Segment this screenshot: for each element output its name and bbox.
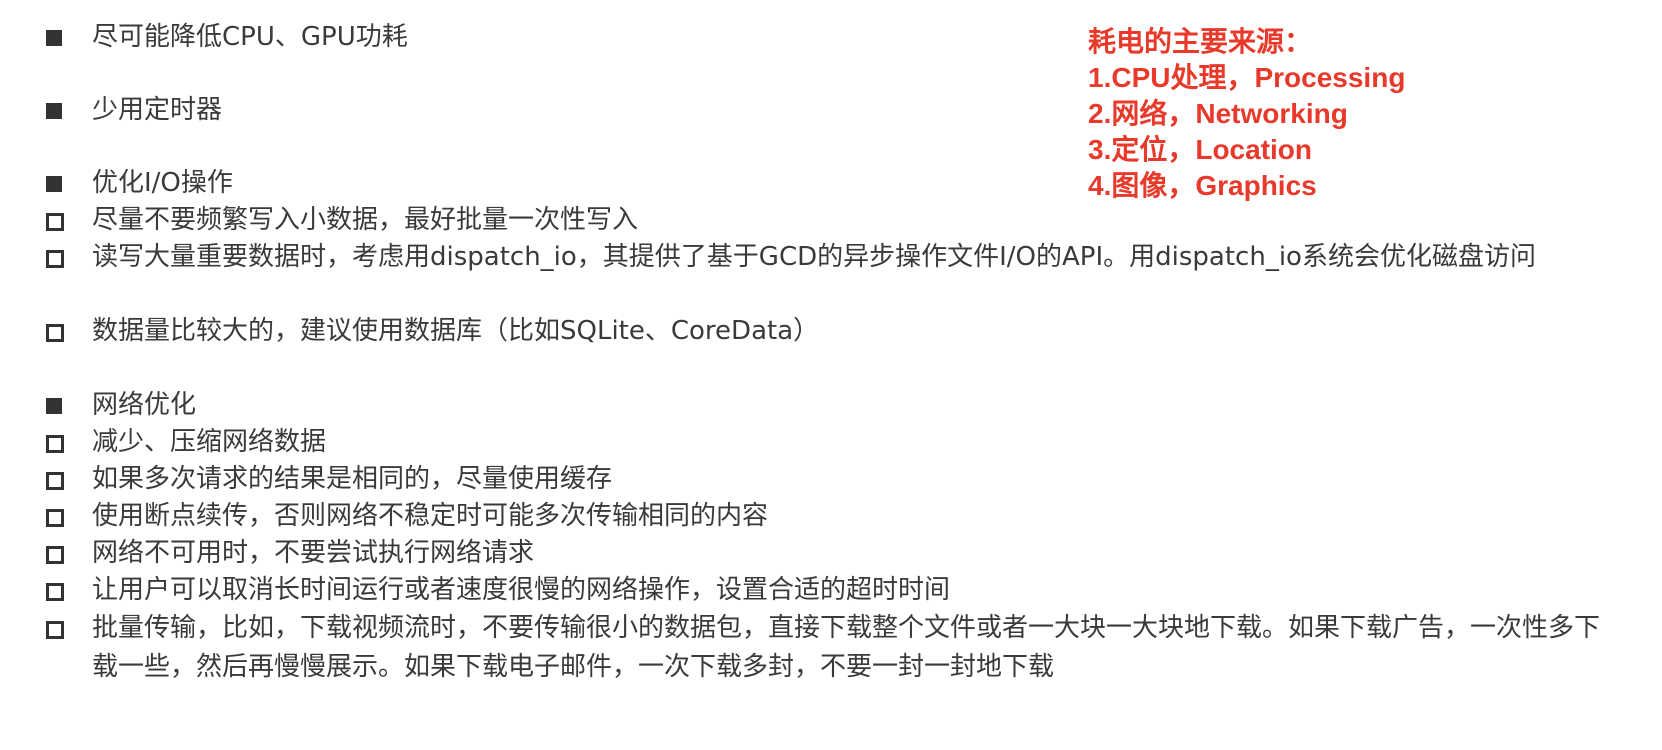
sub-item-text: 使用断点续传，否则网络不稳定时可能多次传输相同的内容 bbox=[92, 501, 769, 531]
hollow-square-bullet-icon bbox=[46, 250, 64, 268]
filled-square-bullet-icon bbox=[46, 30, 62, 46]
sub-item-text: 读写大量重要数据时，考虑用dispatch_io，其提供了基于GCD的异步操作文… bbox=[92, 242, 1536, 272]
note-heading: 耗电的主要来源： bbox=[1088, 26, 1313, 57]
power-sources-note: 耗电的主要来源： 1.CPU处理，Processing 2.网络，Network… bbox=[1088, 24, 1405, 204]
note-line-location: 3.定位，Location bbox=[1088, 134, 1313, 165]
filled-square-bullet-icon bbox=[46, 176, 62, 192]
sub-item-text: 让用户可以取消长时间运行或者速度很慢的网络操作，设置合适的超时时间 bbox=[92, 575, 951, 605]
hollow-square-bullet-icon bbox=[46, 213, 64, 231]
bullet-text: 少用定时器 bbox=[92, 95, 223, 125]
hollow-square-bullet-icon bbox=[46, 324, 64, 342]
hollow-square-bullet-icon bbox=[46, 546, 64, 564]
slide: 尽可能降低CPU、GPU功耗 少用定时器 优化I/O操作 尽量不要频繁写入小数据… bbox=[0, 0, 1662, 750]
note-line-network: 2.网络，Networking bbox=[1088, 98, 1348, 129]
hollow-square-bullet-icon bbox=[46, 583, 64, 601]
filled-square-bullet-icon bbox=[46, 103, 62, 119]
note-line-graphics: 4.图像，Graphics bbox=[1088, 170, 1317, 201]
sub-item-text: 批量传输，比如，下载视频流时，不要传输很小的数据包，直接下载整个文件或者一大块一… bbox=[92, 613, 1601, 682]
note-line-cpu: 1.CPU处理，Processing bbox=[1088, 62, 1406, 93]
bullet-text: 网络优化 bbox=[92, 390, 197, 420]
sub-item-text: 减少、压缩网络数据 bbox=[92, 427, 327, 457]
hollow-square-bullet-icon bbox=[46, 509, 64, 527]
hollow-square-bullet-icon bbox=[46, 435, 64, 453]
sub-item-text: 网络不可用时，不要尝试执行网络请求 bbox=[92, 538, 535, 568]
sub-item-text: 如果多次请求的结果是相同的，尽量使用缓存 bbox=[92, 464, 613, 494]
bullet-text: 优化I/O操作 bbox=[92, 168, 233, 198]
hollow-square-bullet-icon bbox=[46, 621, 64, 639]
bullet-text: 尽可能降低CPU、GPU功耗 bbox=[92, 22, 408, 52]
sub-item-text: 数据量比较大的，建议使用数据库（比如SQLite、CoreData） bbox=[92, 316, 820, 346]
hollow-square-bullet-icon bbox=[46, 472, 64, 490]
filled-square-bullet-icon bbox=[46, 398, 62, 414]
sub-item-text: 尽量不要频繁写入小数据，最好批量一次性写入 bbox=[92, 205, 639, 235]
